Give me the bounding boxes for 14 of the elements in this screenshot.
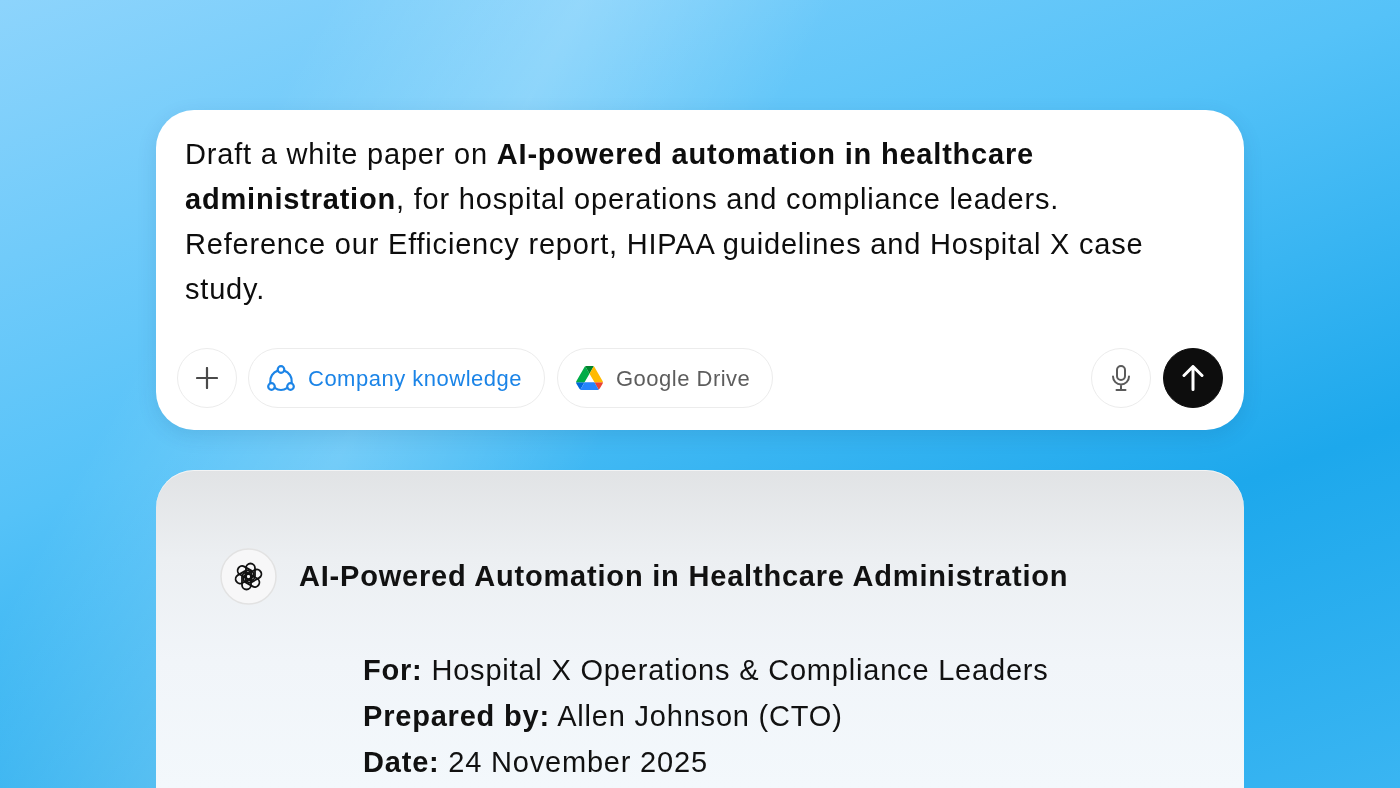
source-chip[interactable]: Company knowledge bbox=[248, 348, 545, 408]
send-button[interactable] bbox=[1163, 348, 1223, 408]
source-chip[interactable]: Google Drive bbox=[556, 348, 774, 408]
microphone-icon bbox=[1112, 365, 1130, 391]
plus-icon bbox=[196, 367, 218, 389]
detail-line: For: Hospital X Operations & Compliance Leaders bbox=[363, 653, 1050, 688]
prompt-text[interactable]: Draft a white paper on AI-powered automation in healthcare administration, for hospital operations and compliance leaders. Reference our Efficiency report, HIPAA guidelines and Hospital X case study. bbox=[177, 132, 1207, 312]
response-title: AI-Powered Automation in Healthcare Administration bbox=[299, 559, 1069, 594]
detail-line: Prepared by: Allen Johnson (CTO) bbox=[363, 699, 844, 734]
connected-nodes-icon bbox=[267, 364, 295, 392]
detail-line: Date: 24 November 2025 bbox=[363, 745, 709, 780]
arrow-up-icon bbox=[1182, 365, 1204, 391]
knot-logo-icon bbox=[220, 548, 277, 605]
triangle-logo-icon bbox=[575, 366, 603, 390]
